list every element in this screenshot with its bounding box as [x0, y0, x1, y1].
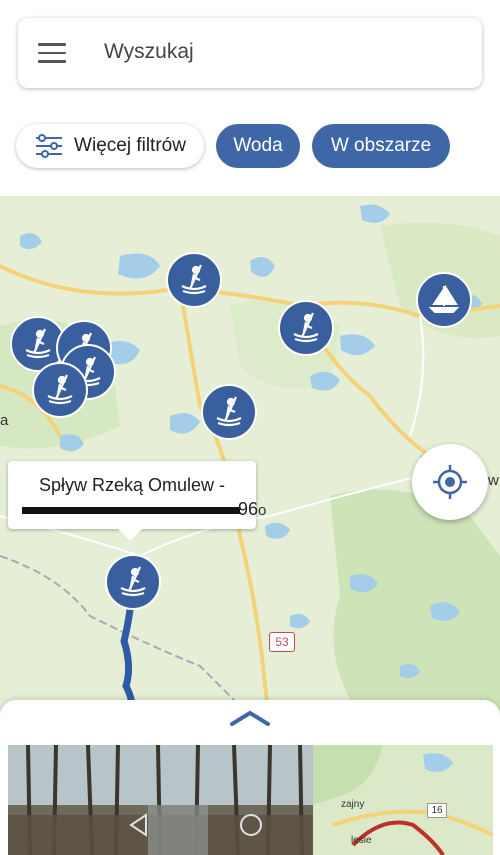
kayak-icon [181, 264, 207, 295]
redaction-bar [22, 507, 240, 514]
mini-map-label-1: zajny [341, 799, 365, 810]
area-filter-chip[interactable]: W obszarze [312, 124, 450, 168]
kayak-marker-6[interactable] [32, 362, 88, 418]
map-view[interactable]: a w o 53 [0, 196, 500, 716]
kayak-marker-7[interactable] [201, 384, 257, 440]
sailboat-icon [428, 284, 460, 313]
mini-map-thumbnail[interactable]: 16 zajny lesie [313, 745, 493, 855]
kayak-icon [120, 566, 146, 597]
my-location-button[interactable] [412, 444, 488, 520]
mini-map [313, 745, 493, 855]
callout-subtitle-end: 96 [238, 499, 259, 519]
photo-thumbnail-forest[interactable] [8, 745, 313, 855]
crosshair-icon [433, 465, 467, 499]
kayak-icon [293, 312, 319, 343]
kayak-icon [25, 328, 51, 359]
mini-map-road-badge: 16 [427, 803, 447, 818]
menu-icon[interactable] [38, 43, 66, 63]
marker-callout[interactable]: Spływ Rzeką Omulew - 96 [8, 461, 259, 541]
kayak-marker-1[interactable] [166, 252, 222, 308]
callout-title: Spływ Rzeką Omulew - [38, 475, 226, 495]
search-bar[interactable] [18, 18, 482, 88]
kayak-icon [47, 374, 73, 405]
road-53-badge: 53 [269, 632, 295, 652]
map-place-label-suffix: o [258, 502, 267, 519]
kayak-marker-2[interactable] [278, 300, 334, 356]
more-filters-chip[interactable]: Więcej filtrów [16, 124, 204, 168]
map-place-label-left: a [0, 412, 9, 429]
nav-home-icon[interactable] [238, 812, 264, 838]
chevron-up-icon[interactable] [228, 708, 272, 728]
kayak-marker-selected[interactable] [105, 554, 161, 610]
water-filter-chip[interactable]: Woda [216, 124, 300, 168]
sailboat-marker[interactable] [416, 272, 472, 328]
nav-back-icon[interactable] [126, 812, 152, 838]
map-place-label-right: w [488, 472, 499, 489]
search-input[interactable]: Wyszukaj [104, 40, 194, 64]
more-filters-label: Więcej filtrów [74, 135, 186, 156]
mini-map-label-2: lesie [351, 835, 372, 846]
filter-sliders-icon [36, 134, 63, 158]
kayak-icon [216, 396, 242, 427]
forest-photo [8, 745, 313, 855]
